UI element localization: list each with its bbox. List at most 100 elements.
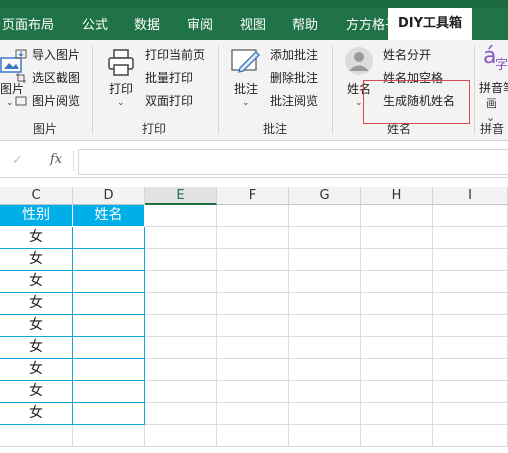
name-cell[interactable] xyxy=(73,315,145,337)
grid-cell[interactable] xyxy=(217,315,289,337)
name-cell[interactable] xyxy=(73,381,145,403)
grid-cell[interactable] xyxy=(289,271,361,293)
pinyin-stroke-button[interactable]: 拼音笔画 xyxy=(479,80,508,96)
tab-view[interactable]: 视图 xyxy=(240,14,266,33)
grid-cell[interactable] xyxy=(145,403,217,425)
add-comment-button[interactable]: 添加批注 xyxy=(270,47,318,63)
grid-cell[interactable] xyxy=(145,315,217,337)
grid-cell[interactable] xyxy=(433,359,508,381)
column-header-i[interactable]: I xyxy=(433,187,508,205)
grid-cell[interactable] xyxy=(217,249,289,271)
gender-cell[interactable]: 女 xyxy=(0,403,73,425)
grid-cell[interactable] xyxy=(217,293,289,315)
tab-page-layout[interactable]: 页面布局 xyxy=(2,14,54,33)
column-header-d[interactable]: D xyxy=(73,187,145,205)
grid-cell[interactable] xyxy=(361,205,433,227)
duplex-print-button[interactable]: 双面打印 xyxy=(145,93,193,109)
name-cell[interactable] xyxy=(73,249,145,271)
grid-cell[interactable] xyxy=(145,293,217,315)
chevron-down-icon[interactable]: ⌄ xyxy=(242,98,250,108)
grid-cell[interactable] xyxy=(145,425,217,447)
check-icon[interactable]: ✓ xyxy=(12,153,23,168)
worksheet-grid[interactable]: C D E F G H I 性别 姓名女女女女女女女女女 xyxy=(0,187,508,453)
gender-cell[interactable]: 女 xyxy=(0,271,73,293)
gender-cell[interactable]: 女 xyxy=(0,359,73,381)
grid-cell[interactable] xyxy=(361,227,433,249)
tab-help[interactable]: 帮助 xyxy=(292,14,318,33)
header-cell-name[interactable]: 姓名 xyxy=(73,205,145,227)
name-cell[interactable] xyxy=(73,403,145,425)
comment-browse-button[interactable]: 批注阅览 xyxy=(270,93,318,109)
name-cell[interactable] xyxy=(73,227,145,249)
print-big-button[interactable]: 打印 xyxy=(106,80,136,97)
grid-cell[interactable] xyxy=(289,381,361,403)
grid-cell[interactable] xyxy=(73,425,145,447)
grid-cell[interactable] xyxy=(289,205,361,227)
chevron-down-icon[interactable]: ⌄ xyxy=(117,98,125,108)
grid-cell[interactable] xyxy=(361,293,433,315)
grid-cell[interactable] xyxy=(433,205,508,227)
header-cell-gender[interactable]: 性别 xyxy=(0,205,73,227)
grid-cell[interactable] xyxy=(433,315,508,337)
grid-cell[interactable] xyxy=(145,249,217,271)
grid-cell[interactable] xyxy=(217,381,289,403)
grid-cell[interactable] xyxy=(289,337,361,359)
column-header-f[interactable]: F xyxy=(217,187,289,205)
grid-cell[interactable] xyxy=(145,227,217,249)
tab-data[interactable]: 数据 xyxy=(134,14,160,33)
chevron-down-icon[interactable]: ⌄ xyxy=(6,98,14,108)
grid-cell[interactable] xyxy=(433,337,508,359)
grid-cell[interactable] xyxy=(433,381,508,403)
gender-cell[interactable]: 女 xyxy=(0,315,73,337)
grid-cell[interactable] xyxy=(361,271,433,293)
grid-cell[interactable] xyxy=(361,337,433,359)
image-browse-button[interactable]: 图片阅览 xyxy=(32,93,80,109)
grid-cell[interactable] xyxy=(433,227,508,249)
column-header-g[interactable]: G xyxy=(289,187,361,205)
grid-cell[interactable] xyxy=(289,403,361,425)
grid-cell[interactable] xyxy=(289,425,361,447)
grid-cell[interactable] xyxy=(361,425,433,447)
grid-cell[interactable] xyxy=(433,249,508,271)
grid-cell[interactable] xyxy=(0,425,73,447)
grid-cell[interactable] xyxy=(433,293,508,315)
gender-cell[interactable]: 女 xyxy=(0,381,73,403)
formula-input[interactable] xyxy=(78,149,508,175)
delete-comment-button[interactable]: 删除批注 xyxy=(270,70,318,86)
grid-cell[interactable] xyxy=(433,271,508,293)
grid-cell[interactable] xyxy=(433,425,508,447)
grid-cell[interactable] xyxy=(217,271,289,293)
region-screenshot-button[interactable]: 选区截图 xyxy=(32,70,80,86)
grid-cell[interactable] xyxy=(433,403,508,425)
name-cell[interactable] xyxy=(73,293,145,315)
tab-formulas[interactable]: 公式 xyxy=(82,14,108,33)
grid-cell[interactable] xyxy=(217,425,289,447)
column-header-c[interactable]: C xyxy=(0,187,73,205)
grid-cell[interactable] xyxy=(217,359,289,381)
grid-cell[interactable] xyxy=(289,227,361,249)
grid-cell[interactable] xyxy=(361,403,433,425)
gender-cell[interactable]: 女 xyxy=(0,293,73,315)
comment-big-button[interactable]: 批注 xyxy=(230,80,262,97)
grid-cell[interactable] xyxy=(289,249,361,271)
grid-cell[interactable] xyxy=(361,315,433,337)
column-header-h[interactable]: H xyxy=(361,187,433,205)
tab-diy-toolbox[interactable]: DIY工具箱 xyxy=(388,8,473,40)
grid-cell[interactable] xyxy=(145,337,217,359)
grid-cell[interactable] xyxy=(361,359,433,381)
grid-cell[interactable] xyxy=(145,381,217,403)
name-cell[interactable] xyxy=(73,271,145,293)
grid-cell[interactable] xyxy=(217,227,289,249)
print-current-page-button[interactable]: 打印当前页 xyxy=(145,47,205,63)
column-header-e[interactable]: E xyxy=(145,187,217,205)
grid-cell[interactable] xyxy=(361,249,433,271)
grid-cell[interactable] xyxy=(289,359,361,381)
batch-print-button[interactable]: 批量打印 xyxy=(145,70,193,86)
grid-cell[interactable] xyxy=(217,403,289,425)
grid-cell[interactable] xyxy=(217,205,289,227)
grid-cell[interactable] xyxy=(361,381,433,403)
fx-icon[interactable]: fx xyxy=(50,152,62,167)
gender-cell[interactable]: 女 xyxy=(0,337,73,359)
gender-cell[interactable]: 女 xyxy=(0,249,73,271)
grid-cell[interactable] xyxy=(145,205,217,227)
